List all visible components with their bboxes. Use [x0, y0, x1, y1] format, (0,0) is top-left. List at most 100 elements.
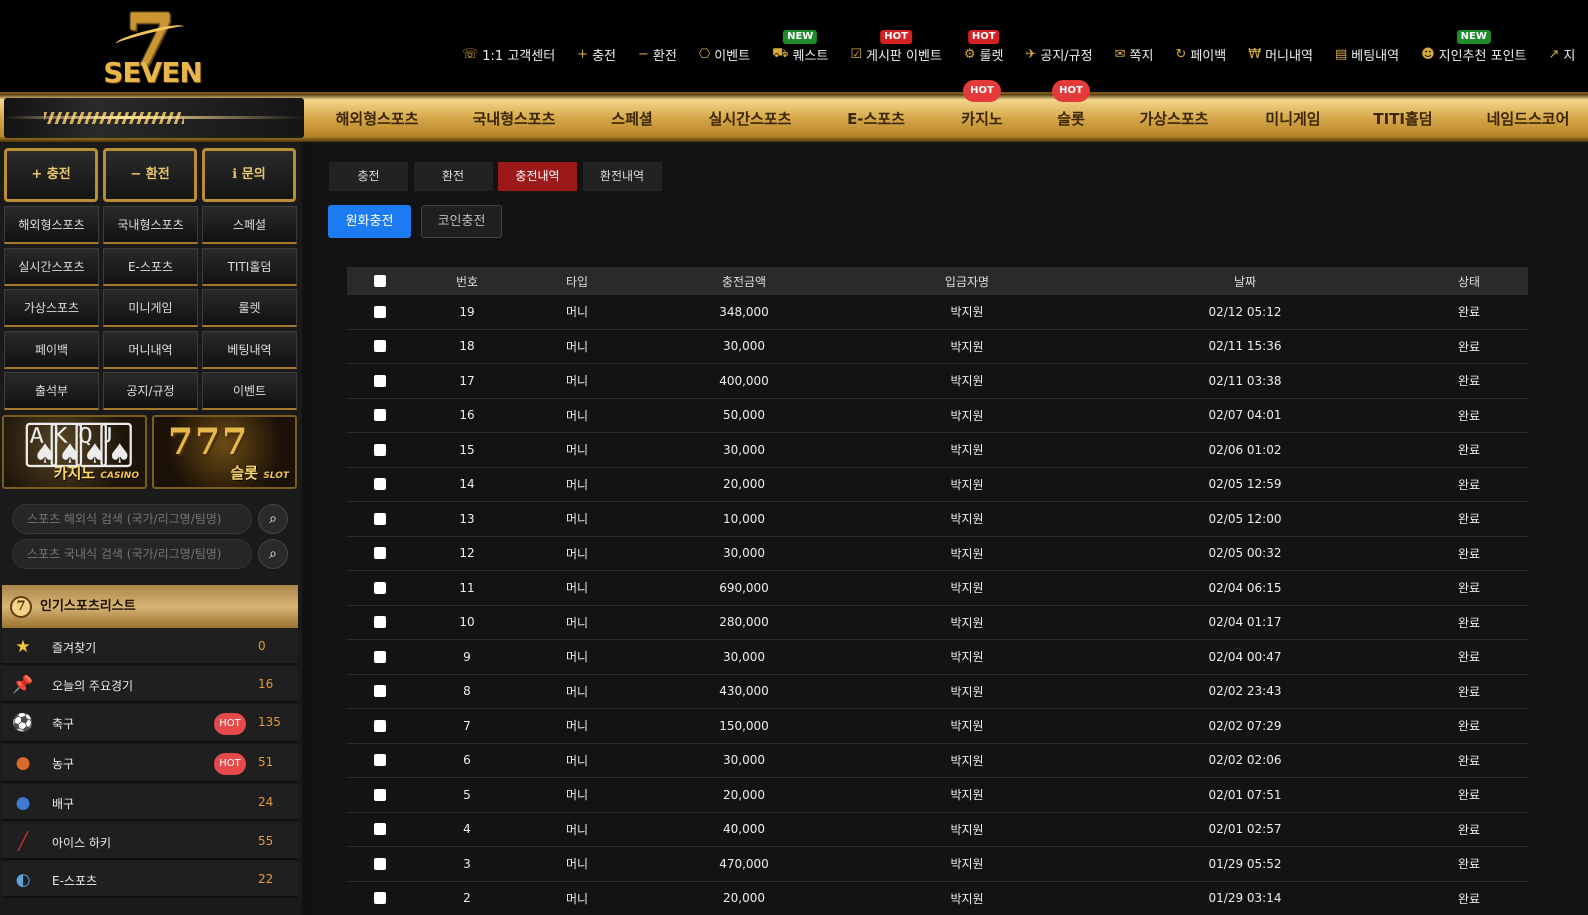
table-row[interactable]: 14 머니 20,000 박지원 02/05 12:59 완료: [347, 468, 1528, 502]
sidebar-menu-button[interactable]: 이벤트: [202, 372, 297, 410]
select-all-checkbox[interactable]: [374, 275, 386, 287]
sport-list-item[interactable]: ● 배구 24: [2, 784, 298, 821]
sidebar-menu-button[interactable]: 미니게임: [103, 289, 198, 327]
nav-item[interactable]: 미니게임: [1233, 108, 1353, 129]
table-row[interactable]: 11 머니 690,000 박지원 02/04 06:15 완료: [347, 571, 1528, 606]
top-menu-item[interactable]: ☑ 게시판 이벤트 HOT: [850, 29, 942, 64]
table-row[interactable]: 12 머니 30,000 박지원 02/05 00:32 완료: [347, 537, 1528, 571]
top-menu-item[interactable]: ₩ 머니내역: [1248, 45, 1313, 64]
top-menu-item[interactable]: ▤ 베팅내역: [1335, 45, 1399, 64]
row-checkbox[interactable]: [374, 823, 386, 836]
row-checkbox[interactable]: [374, 581, 386, 594]
sport-list-item[interactable]: ⚽ 축구 HOT 135: [2, 704, 298, 743]
row-checkbox[interactable]: [374, 685, 386, 698]
row-checkbox[interactable]: [374, 547, 386, 560]
table-row[interactable]: 3 머니 470,000 박지원 01/29 05:52 완료: [347, 847, 1528, 882]
overseas-search-input[interactable]: [12, 504, 252, 534]
nav-item[interactable]: 해외형스포츠: [317, 108, 437, 129]
row-checkbox[interactable]: [374, 305, 386, 318]
sport-list-item[interactable]: ◐ E-스포츠 22: [2, 861, 298, 898]
table-row[interactable]: 18 머니 30,000 박지원 02/11 15:36 완료: [347, 330, 1528, 364]
slot-banner[interactable]: 777 슬롯 SLOT: [152, 415, 297, 489]
table-row[interactable]: 6 머니 30,000 박지원 02/02 02:06 완료: [347, 744, 1528, 778]
sport-list-item[interactable]: ★ 즐겨찾기 0: [2, 628, 298, 665]
site-logo[interactable]: 7 SEVEN: [95, 4, 210, 90]
nav-item[interactable]: 실시간스포츠: [690, 108, 810, 129]
row-checkbox[interactable]: [374, 719, 386, 732]
table-row[interactable]: 4 머니 40,000 박지원 02/01 02:57 완료: [347, 813, 1528, 847]
table-row[interactable]: 2 머니 20,000 박지원 01/29 03:14 완료: [347, 882, 1528, 915]
row-checkbox[interactable]: [374, 478, 386, 491]
sidebar-menu-button[interactable]: E-스포츠: [103, 247, 198, 286]
top-menu-item[interactable]: ↗ 지: [1549, 45, 1576, 64]
top-menu-item[interactable]: + 충전: [577, 45, 616, 64]
top-menu-item[interactable]: ✈ 공지/규정: [1025, 45, 1092, 64]
search-icon[interactable]: ⌕: [258, 504, 288, 534]
inquiry-button[interactable]: ℹ 문의: [202, 148, 296, 202]
withdraw-button[interactable]: − 환전: [103, 148, 197, 202]
table-row[interactable]: 13 머니 10,000 박지원 02/05 12:00 완료: [347, 502, 1528, 537]
top-menu-item[interactable]: ⛟ 퀘스트 NEW: [772, 29, 828, 64]
casino-banner[interactable]: 🂡🂮🂭🂫 카지노 CASINO: [2, 415, 147, 489]
tab-1[interactable]: 환전: [413, 162, 493, 191]
sidebar-menu-button[interactable]: 페이백: [4, 330, 99, 369]
table-row[interactable]: 5 머니 20,000 박지원 02/01 07:51 완료: [347, 778, 1528, 813]
row-checkbox[interactable]: [374, 512, 386, 525]
row-checkbox[interactable]: [374, 788, 386, 801]
sport-list-item[interactable]: ╱ 아이스 하키 55: [2, 823, 298, 860]
coin-deposit-tab[interactable]: 코인충전: [421, 205, 502, 238]
row-checkbox[interactable]: [374, 616, 386, 629]
top-menu-item[interactable]: ☏ 1:1 고객센터: [462, 45, 555, 64]
sidebar-menu-button[interactable]: 룰렛: [202, 289, 297, 327]
top-menu-item[interactable]: ⎔ 이벤트: [699, 45, 750, 64]
domestic-search-input[interactable]: [12, 539, 252, 569]
sidebar-menu-button[interactable]: 실시간스포츠: [4, 247, 99, 286]
top-menu-item[interactable]: ☻ 지인추천 포인트 NEW: [1421, 29, 1527, 64]
top-menu-item[interactable]: ✉ 쪽지: [1115, 45, 1154, 64]
top-menu-item[interactable]: ↻ 페이백: [1175, 45, 1226, 64]
tab-3[interactable]: 환전내역: [582, 162, 662, 191]
table-row[interactable]: 7 머니 150,000 박지원 02/02 07:29 완료: [347, 709, 1528, 744]
table-row[interactable]: 8 머니 430,000 박지원 02/02 23:43 완료: [347, 675, 1528, 709]
table-row[interactable]: 16 머니 50,000 박지원 02/07 04:01 완료: [347, 399, 1528, 433]
row-checkbox[interactable]: [374, 340, 386, 353]
tab-0[interactable]: 충전: [329, 162, 408, 191]
nav-item[interactable]: 국내형스포츠: [454, 108, 574, 129]
tab-2[interactable]: 충전내역: [498, 162, 577, 191]
row-checkbox[interactable]: [374, 857, 386, 870]
table-row[interactable]: 19 머니 348,000 박지원 02/12 05:12 완료: [347, 295, 1528, 330]
row-checkbox[interactable]: [374, 754, 386, 767]
table-row[interactable]: 15 머니 30,000 박지원 02/06 01:02 완료: [347, 433, 1528, 468]
sport-list-item[interactable]: 📌 오늘의 주요경기 16: [2, 666, 298, 703]
sidebar-menu-button[interactable]: 해외형스포츠: [4, 206, 99, 244]
row-checkbox[interactable]: [374, 650, 386, 663]
sidebar-menu-button[interactable]: 스페셜: [202, 206, 297, 244]
nav-item[interactable]: 가상스포츠: [1114, 108, 1234, 129]
won-deposit-tab[interactable]: 원화충전: [328, 205, 411, 238]
top-menu-item[interactable]: ⚙ 룰렛 HOT: [964, 29, 1003, 64]
row-checkbox[interactable]: [374, 892, 386, 905]
nav-item[interactable]: 네임드스코어: [1468, 108, 1588, 129]
hot-badge: HOT: [1052, 80, 1090, 102]
table-row[interactable]: 10 머니 280,000 박지원 02/04 01:17 완료: [347, 606, 1528, 640]
sidebar-menu-button[interactable]: 국내형스포츠: [103, 206, 198, 244]
sidebar-menu-button[interactable]: 베팅내역: [202, 330, 297, 369]
table-row[interactable]: 17 머니 400,000 박지원 02/11 03:38 완료: [347, 364, 1528, 399]
nav-item[interactable]: 스페셜: [572, 108, 692, 129]
sidebar-menu-button[interactable]: TITI홀덤: [202, 247, 297, 286]
nav-item[interactable]: 슬롯 HOT: [1011, 80, 1131, 129]
sport-list-item[interactable]: ● 농구 HOT 51: [2, 744, 298, 783]
sidebar-menu-button[interactable]: 공지/규정: [103, 372, 198, 410]
nav-item[interactable]: E-스포츠: [816, 108, 936, 129]
deposit-button[interactable]: + 충전: [4, 148, 98, 202]
sidebar-menu-button[interactable]: 머니내역: [103, 330, 198, 369]
row-checkbox[interactable]: [374, 443, 386, 456]
sidebar-menu-button[interactable]: 가상스포츠: [4, 289, 99, 327]
sidebar-menu-button[interactable]: 출석부: [4, 372, 99, 410]
table-row[interactable]: 9 머니 30,000 박지원 02/04 00:47 완료: [347, 640, 1528, 675]
row-checkbox[interactable]: [374, 409, 386, 422]
row-checkbox[interactable]: [374, 374, 386, 387]
search-icon[interactable]: ⌕: [258, 539, 288, 569]
top-menu-item[interactable]: − 환전: [638, 45, 677, 64]
nav-item[interactable]: TITI홀덤: [1343, 108, 1463, 129]
